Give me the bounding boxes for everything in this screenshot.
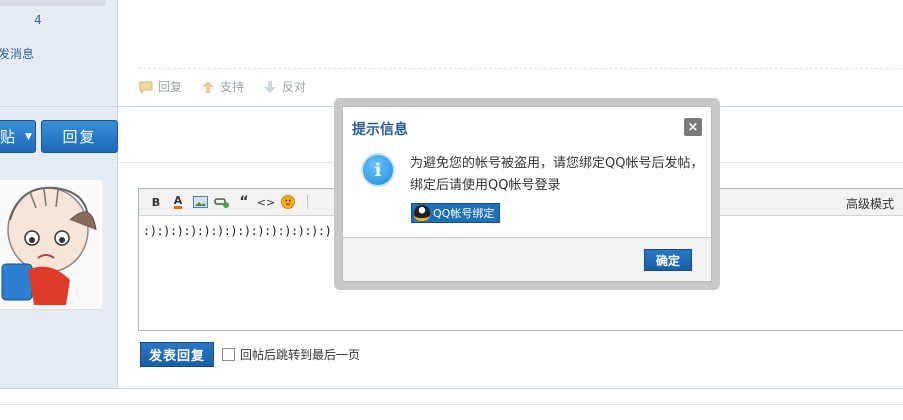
font-color-button[interactable]: A (167, 192, 189, 212)
bottom-divider-2 (0, 404, 903, 405)
emoji-icon (281, 195, 295, 209)
reply-action-label: 回复 (158, 80, 183, 94)
bold-button[interactable]: B (145, 192, 167, 212)
send-message-link[interactable]: 发消息 (0, 45, 34, 62)
jump-to-last-page-checkbox[interactable] (222, 348, 235, 361)
qq-bind-label: QQ帐号绑定 (433, 207, 495, 220)
jump-to-last-page-label: 回帖后跳转到最后一页 (240, 348, 361, 362)
link-icon (214, 198, 229, 208)
chevron-down-icon: ▼ (25, 131, 32, 142)
support-action-label: 支持 (220, 80, 245, 94)
dialog-message: 为避免您的帐号被盗用，请您绑定QQ帐号后发帖，绑定后请使用QQ帐号登录 (410, 156, 704, 193)
notice-dialog: 提示信息 × i 为避免您的帐号被盗用，请您绑定QQ帐号后发帖，绑定后请使用QQ… (334, 98, 720, 290)
advanced-mode-link[interactable]: 高级模式 (846, 195, 894, 212)
reply-icon (139, 81, 153, 94)
submit-reply-button[interactable]: 发表回复 (140, 342, 214, 367)
quote-icon: “ (239, 194, 249, 210)
oppose-action-label: 反对 (282, 80, 307, 94)
close-icon[interactable]: × (684, 118, 702, 136)
post-count[interactable]: 4 (30, 13, 46, 27)
oppose-action[interactable]: 反对 (262, 78, 306, 95)
bottom-divider (0, 388, 903, 389)
support-action[interactable]: 支持 (200, 78, 244, 95)
new-post-label: 贴 (0, 128, 16, 146)
qq-penguin-icon (414, 205, 430, 221)
code-icon: <> (256, 195, 276, 209)
new-post-button[interactable]: 贴 ▼ (0, 120, 36, 153)
quote-button[interactable]: “ (233, 192, 255, 212)
ok-button[interactable]: 确定 (644, 249, 692, 271)
dialog-title: 提示信息 (352, 122, 408, 138)
support-icon (202, 80, 215, 93)
notice-dialog-body: 提示信息 × i 为避免您的帐号被盗用，请您绑定QQ帐号后发帖，绑定后请使用QQ… (342, 106, 712, 282)
emoji-button[interactable] (277, 192, 299, 212)
post-actions: 回复 支持 反对 (138, 78, 306, 95)
qq-bind-button[interactable]: QQ帐号绑定 (411, 203, 501, 223)
link-button[interactable] (211, 192, 233, 212)
image-button[interactable] (189, 192, 211, 212)
font-color-icon: A (173, 194, 183, 209)
avatar (0, 180, 102, 310)
image-icon (192, 196, 208, 208)
toolbar-separator (307, 195, 308, 209)
reply-button[interactable]: 回复 (41, 120, 118, 153)
code-button[interactable]: <> (255, 192, 277, 212)
jump-to-last-page-option[interactable]: 回帖后跳转到最后一页 (222, 346, 360, 363)
dialog-footer: 确定 (343, 237, 711, 281)
info-icon: i (361, 153, 395, 187)
avatar-image (1, 186, 97, 305)
sidebar-top-strip (0, 0, 106, 6)
bold-icon: B (151, 195, 161, 209)
reply-action[interactable]: 回复 (138, 78, 182, 95)
post-divider (138, 68, 903, 69)
oppose-icon (264, 80, 277, 93)
